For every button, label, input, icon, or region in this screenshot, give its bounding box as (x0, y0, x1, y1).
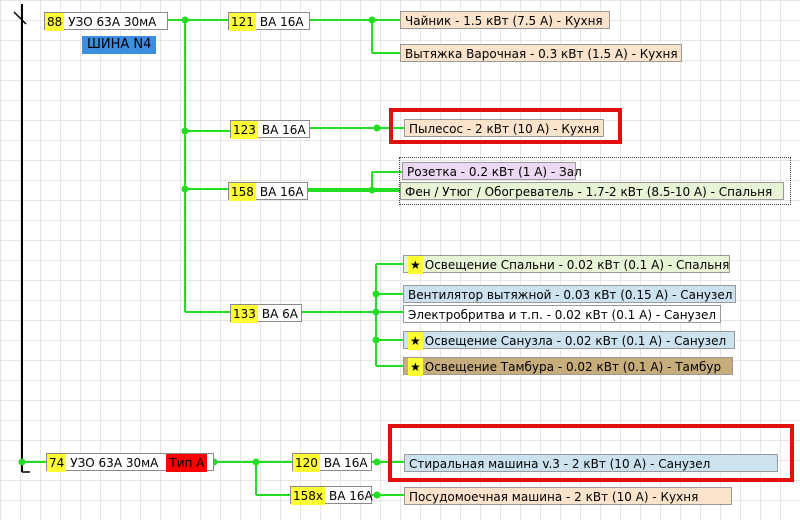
load-label: Освещение Санузла - 0.02 кВт (0.1 А) - С… (424, 334, 727, 348)
bus-label: ШИНА N4 (82, 36, 157, 54)
breaker-label: ВА 16А (323, 456, 368, 470)
load-label: Фен / Утюг / Обогреватель - 1.7-2 кВт (8… (405, 185, 773, 199)
breaker-label: ВА 16А (259, 185, 304, 199)
breaker-number: 158х (291, 487, 326, 505)
load-kettle[interactable]: Чайник - 1.5 кВт (7.5 А) - Кухня (400, 11, 610, 29)
rcd-number: 74 (47, 454, 67, 472)
load-label: Освещение Тамбура - 0.02 кВт (0.1 А) - Т… (424, 360, 722, 374)
load-hairdryer[interactable]: Фен / Утюг / Обогреватель - 1.7-2 кВт (8… (400, 182, 784, 200)
rcd-88-box[interactable]: 88 УЗО 63А 30мА (44, 12, 168, 31)
breaker-label: ВА 16А (261, 123, 306, 137)
breaker-label: ВА 16А (259, 15, 304, 29)
breaker-133-box[interactable]: 133 ВА 6А (230, 304, 302, 323)
star-icon: ★ (408, 256, 423, 274)
rcd-type-badge: Тип А (166, 454, 208, 472)
rcd-number: 88 (45, 13, 65, 31)
load-label: Розетка - 0.2 кВт (1 А) - Зал (407, 165, 582, 179)
rcd-label: УЗО 63А 30мА (70, 456, 159, 470)
breaker-label: ВА 6А (261, 307, 299, 321)
load-bathroom-light[interactable]: ★ Освещение Санузла - 0.02 кВт (0.1 А) - … (403, 331, 735, 350)
breaker-number: 123 (231, 121, 258, 139)
node-dot (368, 186, 376, 194)
node-dot (18, 458, 26, 466)
load-label: Вентилятор вытяжной - 0.03 кВт (0.15 А) … (408, 288, 733, 302)
load-dishwasher[interactable]: Посудомоечная машина - 2 кВт (10 А) - Ку… (404, 487, 732, 505)
rcd-74-box[interactable]: 74 УЗО 63А 30мА Тип А (46, 453, 214, 472)
node-dot (372, 290, 380, 298)
node-dot (373, 491, 381, 499)
node-dot (372, 336, 380, 344)
main-bus-top-tick (13, 11, 27, 25)
breaker-number: 120 (293, 454, 320, 472)
load-label: Электробритва и т.п. - 0.02 кВт (0.1 А) … (408, 308, 717, 322)
breaker-120-box[interactable]: 120 ВА 16А (292, 453, 372, 472)
load-label: Чайник - 1.5 кВт (7.5 А) - Кухня (405, 14, 603, 28)
rcd-label: УЗО 63А 30мА (68, 15, 157, 29)
node-dot (373, 124, 381, 132)
breaker-number: 121 (229, 13, 256, 31)
breaker-121-box[interactable]: 121 ВА 16А (228, 12, 310, 31)
load-vestibule-light[interactable]: ★ Освещение Тамбура - 0.02 кВт (0.1 А) - … (403, 357, 733, 376)
node-dot (373, 458, 381, 466)
star-icon: ★ (408, 358, 423, 376)
node-dot (181, 16, 189, 24)
breaker-123-box[interactable]: 123 ВА 16А (230, 120, 310, 139)
star-icon: ★ (408, 332, 423, 350)
load-label: Посудомоечная машина - 2 кВт (10 А) - Ку… (409, 490, 699, 504)
load-exhaust-fan[interactable]: Вентилятор вытяжной - 0.03 кВт (0.15 А) … (403, 285, 736, 303)
highlight-frame-vacuum (389, 108, 622, 144)
node-dot (252, 458, 260, 466)
breaker-number: 158 (229, 183, 256, 201)
breaker-158x-box[interactable]: 158х ВА 16А (290, 486, 373, 505)
load-label: Освещение Спальни - 0.02 кВт (0.1 А) - С… (424, 258, 730, 272)
breaker-label: ВА 16А (329, 489, 373, 503)
breaker-number: 133 (231, 305, 258, 323)
node-dot (181, 127, 189, 135)
breaker-158-box[interactable]: 158 ВА 16А (228, 182, 308, 201)
load-socket[interactable]: Розетка - 0.2 кВт (1 А) - Зал (402, 162, 582, 180)
load-bedroom-light[interactable]: ★ Освещение Спальни - 0.02 кВт (0.1 А) - … (403, 255, 730, 274)
load-label: Вытяжка Варочная - 0.3 кВт (1.5 А) - Кух… (405, 47, 678, 61)
node-dot (372, 308, 380, 316)
highlight-frame-washing-machine (388, 424, 794, 482)
node-dot (368, 16, 376, 24)
load-shaver[interactable]: Электробритва и т.п. - 0.02 кВт (0.1 А) … (403, 305, 721, 323)
load-cooker-hood[interactable]: Вытяжка Варочная - 0.3 кВт (1.5 А) - Кух… (400, 44, 682, 62)
node-dot (181, 185, 189, 193)
